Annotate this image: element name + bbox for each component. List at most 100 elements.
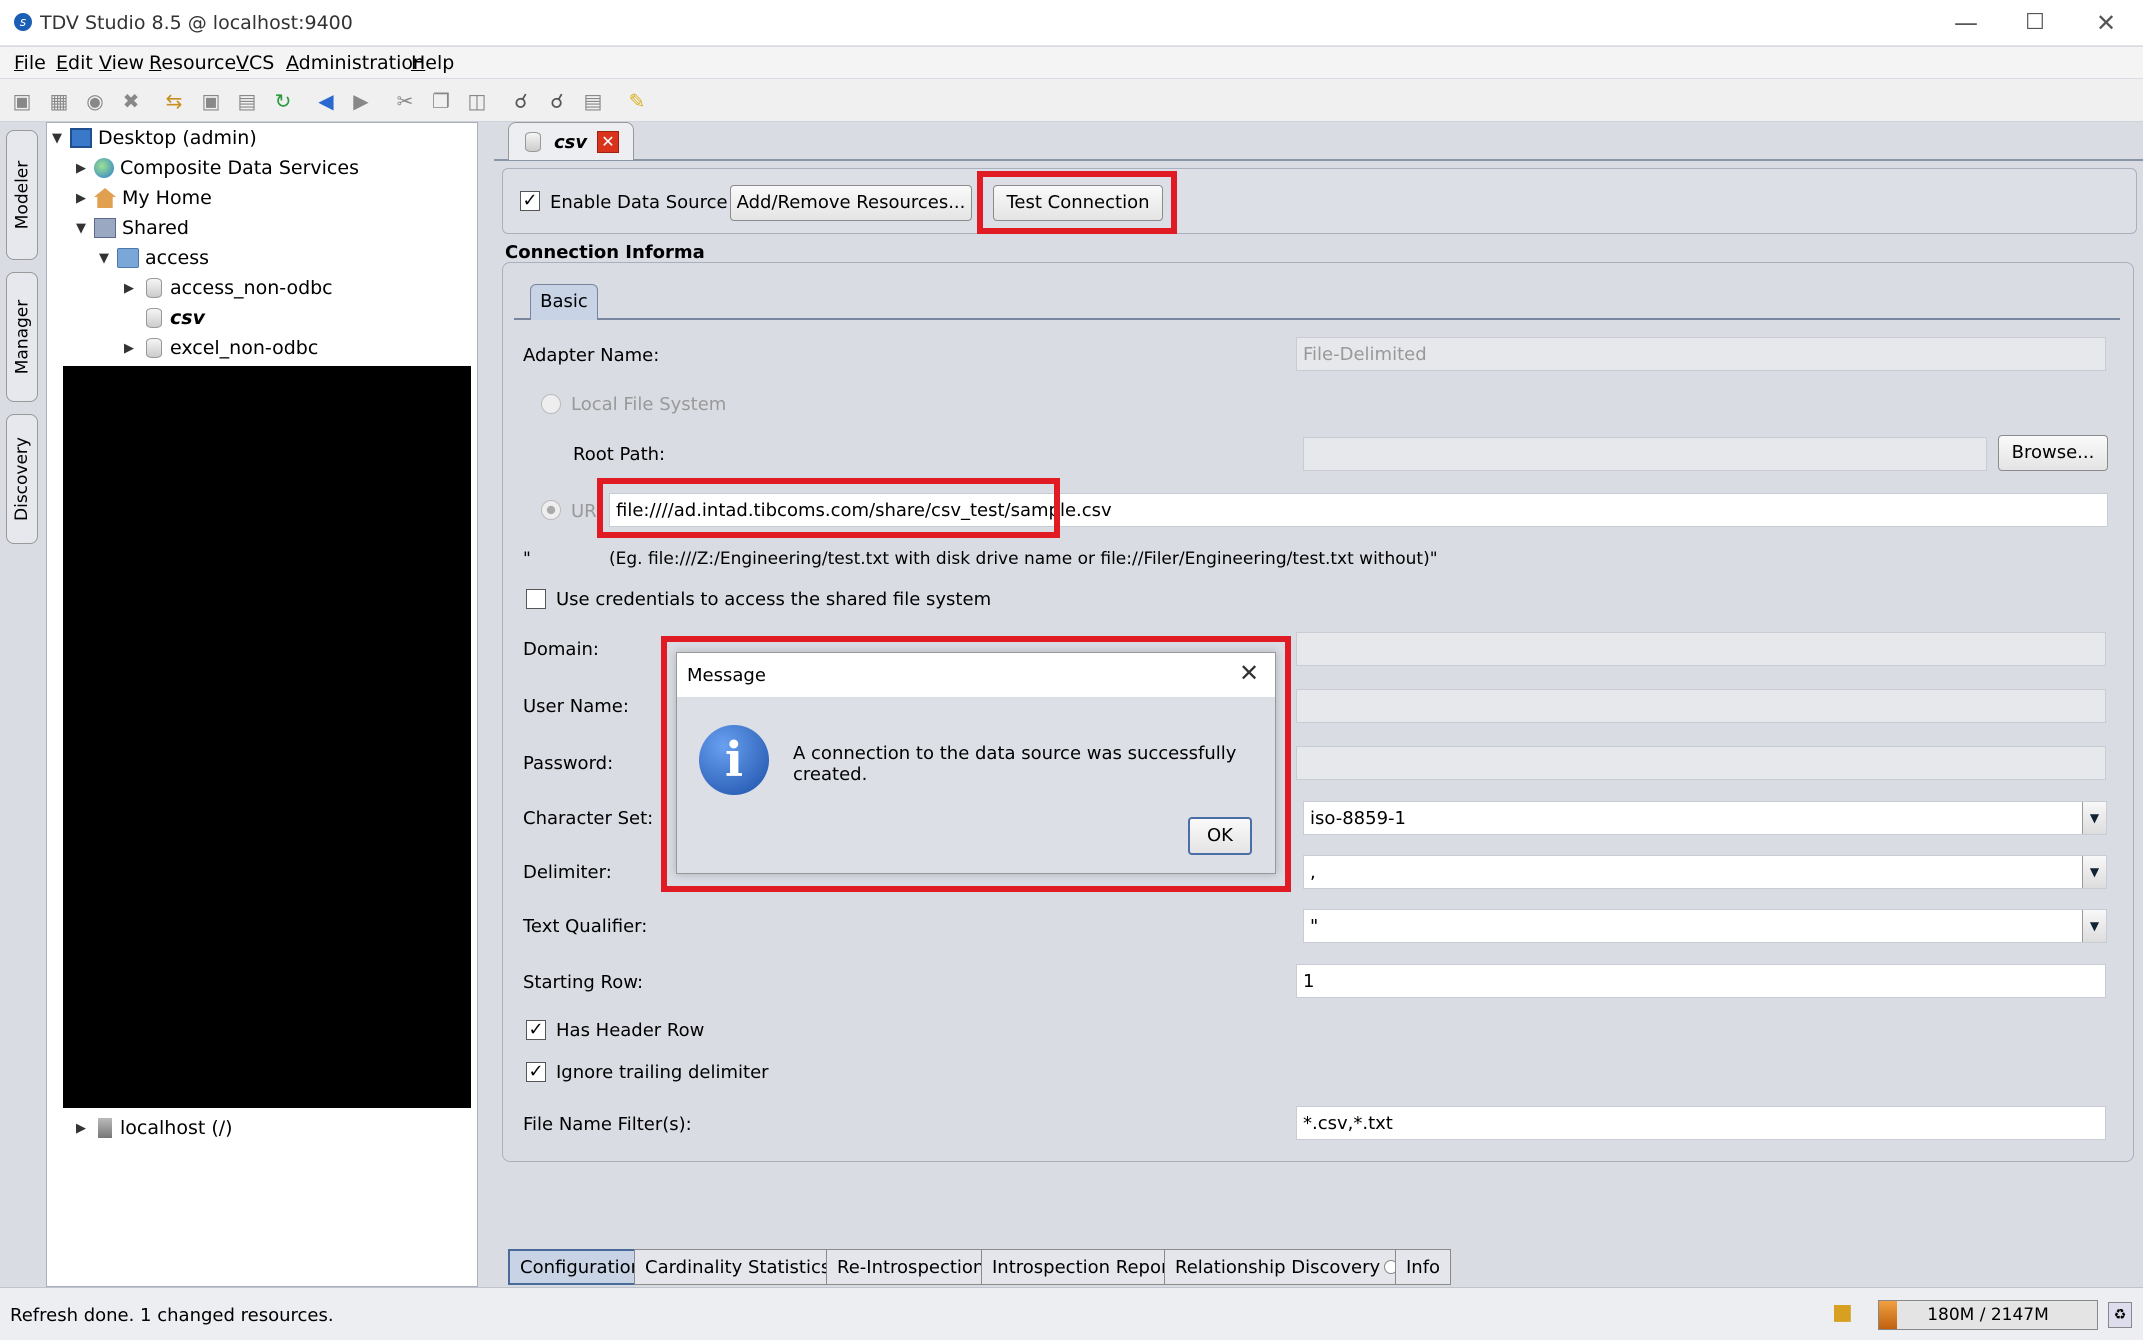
chevron-down-icon[interactable]: ▼ [2082,910,2106,942]
root-path-label: Root Path: [573,444,666,465]
tree-node-composite[interactable]: ▶ Composite Data Services [76,157,359,179]
enable-datasource-checkbox[interactable]: ✓ [520,191,540,211]
text-qualifier-label: Text Qualifier: [523,916,648,937]
tab-manager[interactable]: Manager [6,272,38,402]
editor-tab-csv[interactable]: csv ✕ [508,122,634,160]
title-bar: s TDV Studio 8.5 @ localhost:9400 — ☐ ✕ [0,0,2143,46]
splitter[interactable] [478,122,494,1287]
back-icon[interactable]: ◀ [312,87,340,115]
tab-basic[interactable]: Basic [530,284,598,320]
collapsed-icon[interactable]: ▶ [76,191,94,206]
forward-icon[interactable]: ▶ [347,87,375,115]
save-all-icon[interactable]: ◉ [81,87,109,115]
tree-node-access[interactable]: ▼ access [99,247,209,269]
domain-field [1296,632,2106,666]
menu-file[interactable]: File [14,52,46,74]
tree-node-my-home[interactable]: ▶ My Home [76,187,212,209]
home-icon [94,188,116,208]
save-icon[interactable]: ▦ [45,87,73,115]
menu-resource[interactable]: Resource [149,52,236,74]
expanded-icon[interactable]: ▼ [52,131,70,146]
tab-cardinality-statistics[interactable]: Cardinality Statistics [634,1249,842,1285]
tree-label: access_non-odbc [170,277,333,299]
menu-edit[interactable]: Edit [56,52,93,74]
expanded-icon[interactable]: ▼ [99,251,117,266]
tree-label: Shared [122,217,189,239]
charset-select[interactable]: iso-8859-1 ▼ [1303,801,2107,835]
test-connection-button[interactable]: Test Connection [993,185,1163,221]
url-hint: (Eg. file:///Z:/Engineering/test.txt wit… [609,549,1438,569]
refresh-icon[interactable]: ⇆ [160,87,188,115]
maximize-icon[interactable]: ☐ [2003,4,2067,42]
tree-node-csv[interactable]: csv [142,307,205,329]
text-qualifier-select[interactable]: " ▼ [1303,909,2107,943]
expanded-icon[interactable]: ▼ [76,221,94,236]
tab-re-introspection[interactable]: Re-Introspection [826,1249,996,1285]
delimiter-select[interactable]: , ▼ [1303,855,2107,889]
chevron-down-icon[interactable]: ▼ [2082,856,2106,888]
tab-modeler-label: Modeler [12,160,32,230]
chevron-down-icon[interactable]: ▼ [2082,802,2106,834]
lock-icon: ■ [1832,1300,1853,1325]
close-dialog-icon[interactable]: ✕ [1239,659,1259,687]
tab-relationship-discovery[interactable]: Relationship Discovery [1164,1249,1410,1285]
delete-icon[interactable]: ✖ [117,87,145,115]
edit-note-icon[interactable]: ✎ [623,87,651,115]
ok-button[interactable]: OK [1188,817,1252,855]
side-tabs: Modeler Manager Discovery [0,122,44,1287]
tab-modeler[interactable]: Modeler [6,130,38,260]
use-credentials-checkbox[interactable] [526,589,546,609]
collapsed-icon[interactable]: ▶ [76,161,94,176]
cut-icon[interactable]: ✂ [391,87,419,115]
has-header-row-label: Has Header Row [556,1020,705,1041]
tree-node-localhost[interactable]: ▶ localhost (/) [76,1117,233,1139]
url-input[interactable]: file:////ad.intad.tibcoms.com/share/csv_… [609,493,2108,527]
close-tab-icon[interactable]: ✕ [597,131,619,153]
copy-icon[interactable]: ❐ [427,87,455,115]
menu-vcs[interactable]: VCS [236,52,274,74]
gc-icon[interactable]: ♻ [2108,1302,2132,1328]
has-header-row-checkbox[interactable]: ✓ [526,1020,546,1040]
tree-label: My Home [122,187,212,209]
local-file-system-radio[interactable] [541,394,561,414]
browse-button[interactable]: Browse... [1998,435,2108,471]
tree-node-shared[interactable]: ▼ Shared [76,217,189,239]
tree-label: access [145,247,210,269]
close-window-icon[interactable]: ✕ [2074,4,2138,42]
tree-node-excel-non-odbc[interactable]: ▶ excel_non-odbc [124,337,318,359]
menu-administration[interactable]: Administration [286,52,425,74]
delimiter-value: , [1310,861,1316,883]
tree-label: excel_non-odbc [170,337,319,359]
find-next-icon[interactable]: ☌ [543,87,571,115]
rebind-icon[interactable]: ↻ [269,87,297,115]
find-icon[interactable]: ☌ [507,87,535,115]
file-name-filter-input[interactable]: *.csv,*.txt [1296,1106,2106,1140]
collapsed-icon[interactable]: ▶ [124,341,142,356]
menu-bar: File Edit View Resource VCS Administrati… [0,47,2143,78]
starting-row-input[interactable]: 1 [1296,964,2106,998]
tab-discovery[interactable]: Discovery [6,414,38,544]
dialog-message: A connection to the data source was succ… [793,743,1237,785]
open-icon[interactable]: ▣ [8,87,36,115]
menu-help[interactable]: Help [411,52,454,74]
collapsed-icon[interactable]: ▶ [124,281,142,296]
adapter-name-field: File-Delimited [1296,337,2106,371]
ignore-trailing-checkbox[interactable]: ✓ [526,1062,546,1082]
paste-icon[interactable]: ◫ [463,87,491,115]
tab-configuration[interactable]: Configuration [508,1249,655,1285]
add-remove-resources-button[interactable]: Add/Remove Resources... [730,185,972,221]
datasource-icon [146,308,162,328]
menu-view[interactable]: View [99,52,144,74]
tab-introspection-report[interactable]: Introspection Report [981,1249,1187,1285]
globe-icon [94,158,114,178]
tab-info[interactable]: Info [1395,1249,1452,1285]
adapter-name-label: Adapter Name: [523,345,660,366]
tree-node-access-non-odbc[interactable]: ▶ access_non-odbc [124,277,333,299]
url-radio[interactable] [541,500,561,520]
copy-resource-icon[interactable]: ▤ [233,87,261,115]
new-icon[interactable]: ▣ [197,87,225,115]
tree-node-desktop[interactable]: ▼ Desktop (admin) [52,127,257,149]
collapsed-icon[interactable]: ▶ [76,1121,94,1136]
minimize-icon[interactable]: — [1934,4,1998,42]
page-icon[interactable]: ▤ [579,87,607,115]
